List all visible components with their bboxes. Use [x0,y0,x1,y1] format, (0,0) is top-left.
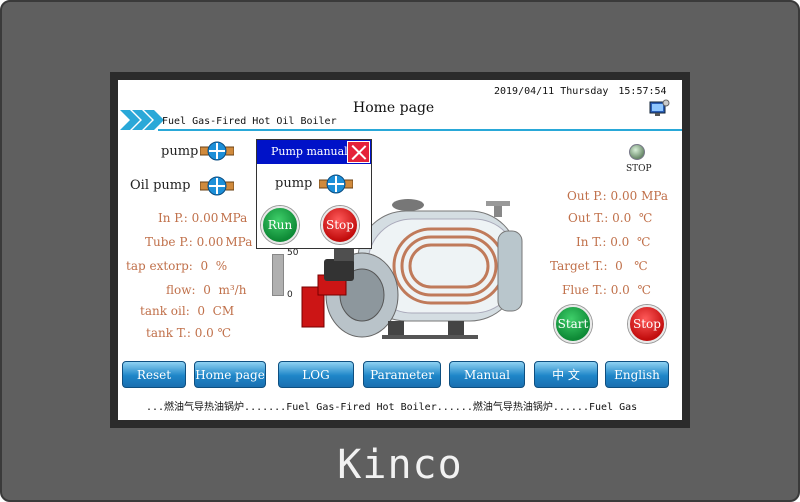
out-pressure-readout: Out P.: 0.00 MPa [567,189,669,203]
tank-temperature-readout: tank T.: 0.0 ℃ [146,326,232,340]
page-title: Home page [353,100,435,116]
tank-oil-readout: tank oil: 0 CM [140,304,235,318]
gauge-bar [272,254,284,296]
flue-temperature-readout: Flue T.: 0.0 ℃ [562,283,651,297]
status-text: STOP [626,164,652,174]
tube-pressure-readout: Tube P.: 0.00 MPa [145,235,253,249]
out-temperature-readout: Out T.: 0.0 ℃ [568,211,653,225]
gauge-max-label: 50 [287,248,299,258]
time-text: 15:57:54 [618,86,667,97]
target-temperature-readout: Target T.: 0 ℃ [550,259,648,273]
oil-pump-label: Oil pump [130,178,191,193]
dialog-pump-label: pump [275,176,313,191]
manual-button[interactable]: Manual [449,361,525,388]
dialog-title: Pump manual [271,145,348,158]
dialog-header: Pump manual [257,140,371,164]
date-text: 2019/04/11 Thursday [494,86,609,97]
close-icon[interactable] [347,141,370,163]
in-temperature-readout: In T.: 0.0 ℃ [576,235,651,249]
status-indicator-icon [629,144,645,160]
chinese-language-button[interactable]: 中 文 [534,361,598,388]
tap-extorp-readout: tap extorp: 0 % [126,259,228,273]
machine-subtitle: Fuel Gas-Fired Hot Oil Boiler [162,116,337,127]
english-language-button[interactable]: English [605,361,669,388]
parameter-button[interactable]: Parameter [363,361,441,388]
header-divider [158,129,682,131]
reset-button[interactable]: Reset [122,361,186,388]
home-page-button[interactable]: Home page [194,361,266,388]
gauge-min-label: 0 [287,290,293,300]
pump-run-button[interactable]: Run [261,206,299,244]
stop-button[interactable]: Stop [628,305,666,343]
datetime: 2019/04/11 Thursday 15:57:54 [494,86,667,97]
pump-icon[interactable] [200,140,234,162]
dialog-pump-icon [319,174,353,194]
start-button[interactable]: Start [554,305,592,343]
brand-logo: Kinco [337,442,463,488]
pump-stop-button[interactable]: Stop [321,206,359,244]
oil-pump-icon[interactable] [200,175,234,197]
scrolling-ticker: ...燃油气导热油锅炉.......Fuel Gas-Fired Hot Boi… [146,402,638,413]
hmi-screen: Fuel Gas-Fired Hot Oil Boiler Home page … [118,80,682,420]
monitor-settings-icon[interactable] [648,98,670,120]
in-pressure-readout: In P.: 0.00 MPa [158,211,248,225]
pump-label: pump [161,144,199,159]
log-button[interactable]: LOG [278,361,354,388]
flow-readout: flow: 0 m³/h [166,283,247,297]
tank-level-gauge: 50 0 [270,246,300,306]
pump-manual-dialog: Pump manual pump Run Stop [256,139,372,249]
